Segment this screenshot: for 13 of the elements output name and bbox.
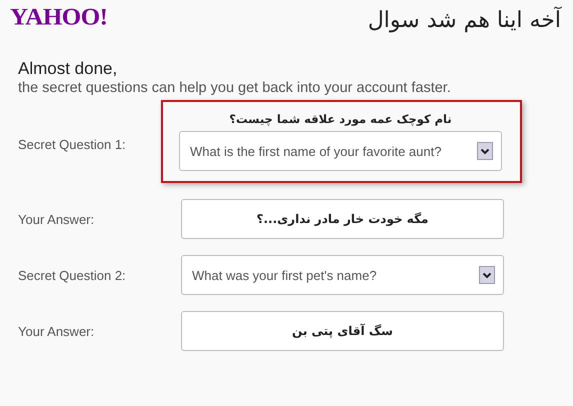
field-label: Secret Question 1: — [17, 137, 127, 154]
page-title: آخه اینا هم شد سوال — [368, 8, 561, 33]
field-label: Your Answer: — [17, 212, 96, 226]
question-dropdown[interactable]: What was your first pet's name? — [181, 255, 504, 295]
heading: Almost done, — [18, 59, 118, 79]
annotation-text: نام کوچک عمه مورد علاقه شما چیست؟ — [228, 112, 453, 126]
question-dropdown[interactable]: What is the first name of your favorite aunt? — [179, 131, 502, 171]
answer-field[interactable]: سگ آقای پتی بن — [181, 311, 504, 351]
field-label: Secret Question 2: — [17, 268, 127, 282]
logo: YAHOO! — [10, 4, 108, 32]
subheading: the secret questions can help you get back into your account faster. — [18, 80, 452, 96]
field-label: Your Answer: — [17, 324, 96, 338]
answer-field[interactable]: مگه خودت خار مادر نداری...؟ — [181, 199, 504, 239]
